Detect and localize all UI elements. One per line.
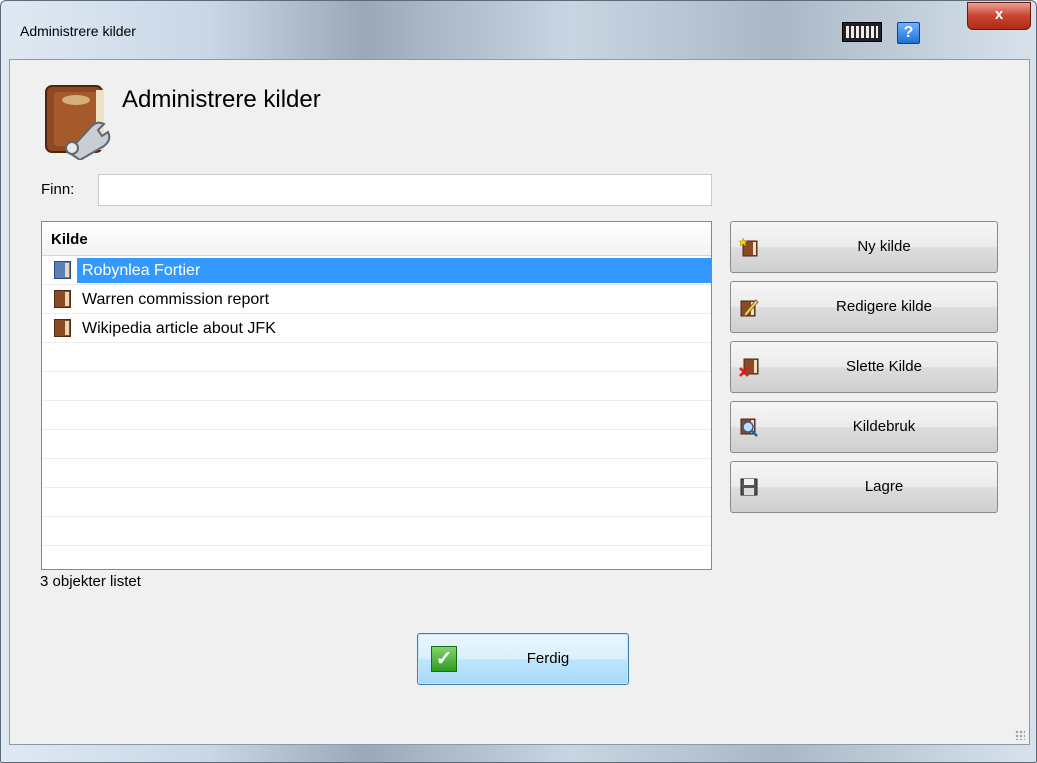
new-source-label: Ny kilde — [857, 238, 911, 255]
source-book-wrench-icon — [45, 85, 111, 160]
source-usage-icon — [740, 418, 758, 437]
edit-source-label: Redigere kilde — [836, 298, 932, 315]
column-header-kilde[interactable]: Kilde — [42, 222, 711, 256]
edit-source-icon — [740, 299, 759, 317]
window-title: Administrere kilder — [20, 23, 136, 39]
source-usage-button[interactable]: Kildebruk — [730, 401, 998, 453]
list-item-label: Wikipedia article about JFK — [82, 320, 276, 337]
search-input[interactable] — [98, 174, 712, 206]
close-button[interactable]: x — [967, 2, 1031, 30]
source-list[interactable]: Kilde Robynlea Fortier Warren commission… — [41, 221, 712, 570]
empty-row — [42, 459, 711, 488]
empty-row — [42, 546, 711, 569]
list-item[interactable]: Warren commission report — [42, 285, 711, 314]
page-title: Administrere kilder — [122, 86, 321, 113]
new-source-button[interactable]: Ny kilde — [730, 221, 998, 273]
list-item-label: Robynlea Fortier — [77, 258, 711, 283]
source-book-icon — [54, 319, 71, 337]
resize-grip[interactable] — [1015, 730, 1025, 740]
delete-source-label: Slette Kilde — [846, 358, 922, 375]
save-icon — [740, 478, 758, 496]
list-item-label: Warren commission report — [82, 291, 270, 308]
save-label: Lagre — [864, 478, 904, 495]
title-bar[interactable]: Administrere kilder ? x — [1, 1, 1036, 59]
empty-row — [42, 430, 711, 459]
keyboard-icon[interactable] — [842, 22, 882, 42]
save-button[interactable]: Lagre — [730, 461, 998, 513]
empty-row — [42, 517, 711, 546]
empty-row — [42, 343, 711, 372]
source-book-icon — [54, 261, 71, 279]
done-label: Ferdig — [526, 650, 570, 667]
check-icon: ✓ — [431, 646, 457, 672]
list-item[interactable]: Wikipedia article about JFK — [42, 314, 711, 343]
empty-row — [42, 372, 711, 401]
source-usage-label: Kildebruk — [852, 418, 916, 435]
edit-source-button[interactable]: Redigere kilde — [730, 281, 998, 333]
search-label: Finn: — [41, 181, 75, 198]
delete-source-button[interactable]: Slette Kilde — [730, 341, 998, 393]
dialog-client-area: Administrere kilder Finn: Kilde Robynlea… — [9, 59, 1030, 745]
list-item[interactable]: Robynlea Fortier — [42, 256, 711, 285]
delete-source-icon — [739, 358, 759, 377]
done-button[interactable]: ✓ Ferdig — [417, 633, 629, 685]
empty-row — [42, 488, 711, 517]
dialog-window: Administrere kilder ? x Administrere kil… — [0, 0, 1037, 763]
new-source-icon — [739, 237, 758, 257]
source-book-icon — [54, 290, 71, 308]
empty-row — [42, 401, 711, 430]
item-count-status: 3 objekter listet — [40, 573, 141, 590]
help-icon[interactable]: ? — [897, 22, 920, 44]
